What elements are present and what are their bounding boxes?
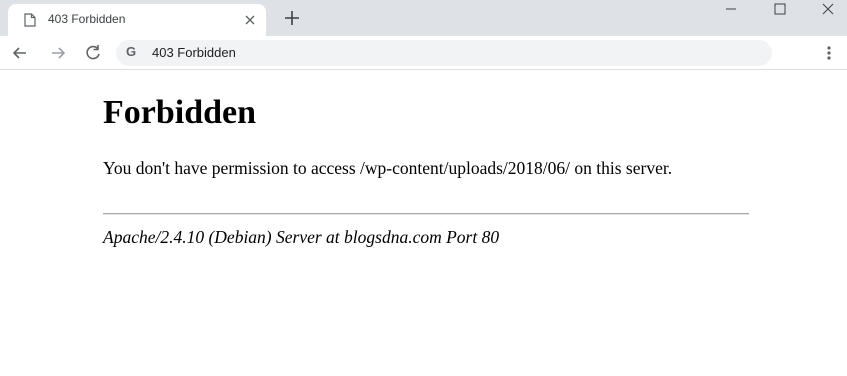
window-close-icon[interactable] [804,0,847,30]
page-title: Forbidden [103,94,257,131]
address-text[interactable]: 403 Forbidden [152,45,236,60]
reload-icon[interactable] [80,40,106,66]
browser-toolbar: G 403 Forbidden [0,36,847,70]
divider [103,213,749,215]
error-message: You don't have permission to access /wp-… [103,158,673,178]
new-tab-plus-icon[interactable] [280,6,304,30]
google-g-icon: G [126,44,137,59]
tab-close-icon[interactable] [240,10,260,30]
arrow-left-icon[interactable] [7,40,33,66]
server-signature: Apache/2.4.10 (Debian) Server at blogsdn… [103,227,500,247]
arrow-right-icon[interactable] [45,40,71,66]
page-content: Forbidden You don't have permission to a… [0,70,847,376]
tab-403-forbidden[interactable]: 403 Forbidden [8,4,266,36]
minimize-icon[interactable] [708,0,754,30]
tab-strip: 403 Forbidden [0,0,847,36]
address-bar[interactable]: G 403 Forbidden [116,40,772,66]
document-icon [24,13,36,27]
maximize-icon[interactable] [756,0,802,30]
kebab-menu-icon[interactable] [817,40,841,66]
tab-title: 403 Forbidden [48,12,126,26]
